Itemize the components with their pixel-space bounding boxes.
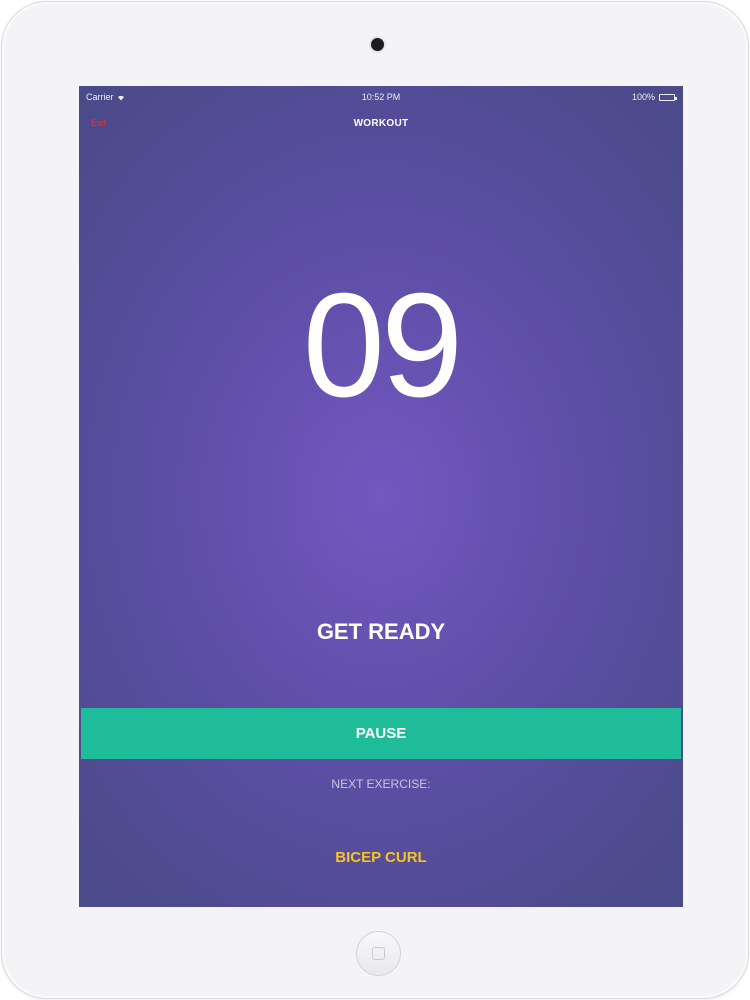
tablet-frame: Carrier 10:52 PM 100% Exit WORKOUT 09 GE… bbox=[1, 1, 749, 999]
home-square-icon bbox=[372, 947, 385, 960]
camera-icon bbox=[371, 38, 384, 51]
next-exercise-name: BICEP CURL bbox=[335, 849, 427, 866]
countdown-timer: 09 bbox=[302, 263, 464, 428]
home-button[interactable] bbox=[356, 931, 401, 976]
pause-button[interactable]: PAUSE bbox=[81, 708, 681, 759]
battery-percentage: 100% bbox=[631, 92, 655, 102]
status-time: 10:52 PM bbox=[361, 92, 401, 102]
next-exercise-label: NEXT EXERCISE: bbox=[331, 777, 431, 791]
status-bar: Carrier 10:52 PM 100% bbox=[79, 86, 683, 108]
battery-icon bbox=[659, 93, 677, 101]
status-battery: 100% bbox=[631, 92, 677, 102]
status-message: GET READY bbox=[316, 619, 446, 644]
app-screen: Carrier 10:52 PM 100% Exit WORKOUT 09 GE… bbox=[79, 86, 683, 907]
nav-title: WORKOUT bbox=[353, 118, 409, 129]
